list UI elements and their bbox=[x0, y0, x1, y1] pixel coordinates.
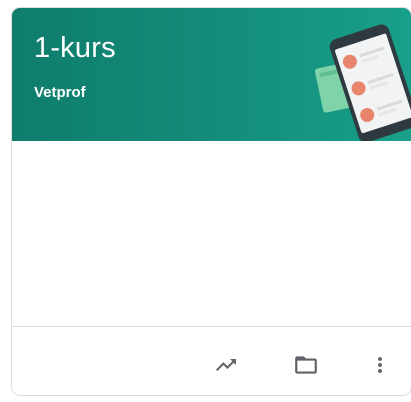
trending-up-icon bbox=[216, 359, 236, 371]
progress-button[interactable] bbox=[206, 345, 246, 385]
more-vert-icon bbox=[378, 357, 382, 373]
more-options-button[interactable] bbox=[360, 345, 400, 385]
course-title[interactable]: 1-kurs bbox=[34, 31, 116, 65]
course-card-footer bbox=[12, 326, 411, 395]
course-card-header[interactable]: 1-kurs Vetprof bbox=[12, 8, 411, 141]
course-section: Vetprof bbox=[34, 84, 86, 101]
open-folder-button[interactable] bbox=[286, 345, 326, 385]
course-card: 1-kurs Vetprof bbox=[11, 7, 411, 396]
folder-icon bbox=[295, 356, 317, 374]
phone-illustration bbox=[314, 24, 411, 141]
